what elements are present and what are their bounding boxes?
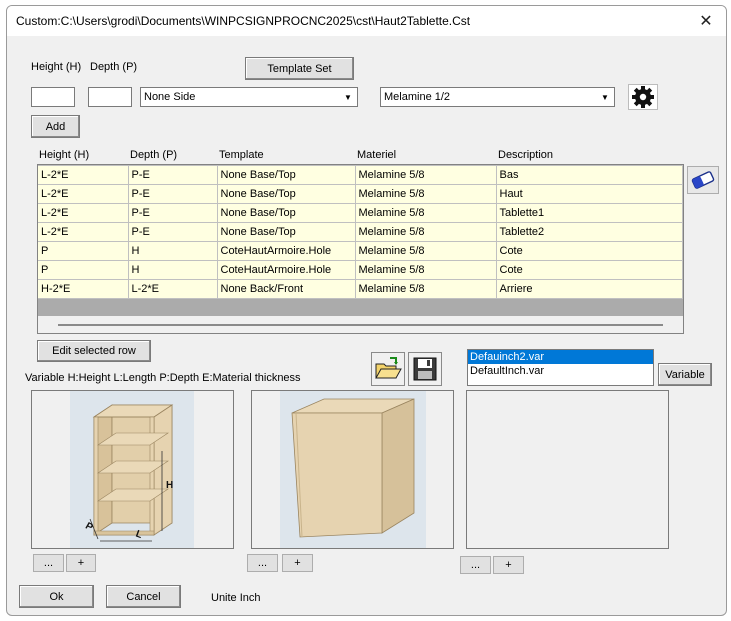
chevron-down-icon: ▼ xyxy=(601,92,609,102)
depth-input[interactable] xyxy=(88,87,132,107)
cell-description[interactable]: Tablette1 xyxy=(496,203,683,223)
column-header-materiel: Materiel xyxy=(357,149,397,161)
table-row[interactable]: L-2*E P-E None Base/Top Melamine 5/8 Haut xyxy=(38,184,683,204)
column-header-description: Description xyxy=(498,149,554,161)
parts-grid[interactable]: L-2*E P-E None Base/Top Melamine 5/8 Bas L-2*… xyxy=(37,164,684,334)
cell-depth[interactable]: P-E xyxy=(128,184,218,204)
eraser-icon xyxy=(691,171,715,189)
cell-depth[interactable]: H xyxy=(128,260,218,280)
table-row[interactable]: L-2*E P-E None Base/Top Melamine 5/8 Tablett… xyxy=(38,222,683,242)
cell-description[interactable]: Cote xyxy=(496,241,683,261)
open-button[interactable] xyxy=(371,352,405,386)
cell-depth[interactable]: L-2*E xyxy=(128,279,218,299)
cabinet-diagram-panel: H P L xyxy=(31,390,234,549)
add-image-1-button[interactable]: + xyxy=(66,554,96,572)
cell-materiel[interactable]: Melamine 5/8 xyxy=(355,241,497,261)
browse-image-3-button[interactable]: ... xyxy=(460,556,491,574)
add-button[interactable]: Add xyxy=(31,115,80,138)
cell-template[interactable]: None Base/Top xyxy=(217,222,356,242)
cell-template[interactable]: CoteHautArmoire.Hole xyxy=(217,241,356,261)
cell-height[interactable]: L-2*E xyxy=(38,165,129,185)
table-row[interactable]: L-2*E P-E None Base/Top Melamine 5/8 Bas xyxy=(38,165,683,185)
gear-icon xyxy=(632,86,654,108)
cell-height[interactable]: H-2*E xyxy=(38,279,129,299)
cell-description[interactable]: Arriere xyxy=(496,279,683,299)
floppy-disk-icon xyxy=(413,357,437,381)
browse-image-2-button[interactable]: ... xyxy=(247,554,278,572)
close-button[interactable]: ✕ xyxy=(686,6,726,36)
cell-template[interactable]: None Back/Front xyxy=(217,279,356,299)
open-cabinet-image: H P L xyxy=(70,391,194,548)
table-row[interactable]: L-2*E P-E None Base/Top Melamine 5/8 Tablett… xyxy=(38,203,683,223)
settings-button[interactable] xyxy=(628,84,658,110)
variable-hint: Variable H:Height L:Length P:Depth E:Mat… xyxy=(25,372,301,384)
add-image-2-button[interactable]: + xyxy=(282,554,313,572)
delete-row-button[interactable] xyxy=(687,166,719,194)
parts-table: L-2*E P-E None Base/Top Melamine 5/8 Bas L-2*… xyxy=(38,165,683,299)
cell-materiel[interactable]: Melamine 5/8 xyxy=(355,203,497,223)
save-button[interactable] xyxy=(408,352,442,386)
template-set-button[interactable]: Template Set xyxy=(245,57,354,80)
closed-cabinet-panel xyxy=(251,390,454,549)
cell-description[interactable]: Haut xyxy=(496,184,683,204)
cell-materiel[interactable]: Melamine 5/8 xyxy=(355,165,497,185)
title-bar: Custom:C:\Users\grodi\Documents\WINPCSIG… xyxy=(7,6,726,36)
cell-materiel[interactable]: Melamine 5/8 xyxy=(355,260,497,280)
height-label: Height (H) xyxy=(31,61,82,73)
close-icon: ✕ xyxy=(699,13,713,30)
browse-image-1-button[interactable]: ... xyxy=(33,554,64,572)
cell-height[interactable]: L-2*E xyxy=(38,222,129,242)
table-row[interactable]: P H CoteHautArmoire.Hole Melamine 5/8 Cote xyxy=(38,260,683,280)
column-header-template: Template xyxy=(219,149,264,161)
scrollbar-track xyxy=(58,324,663,326)
column-header-height: Height (H) xyxy=(39,149,90,161)
variable-button[interactable]: Variable xyxy=(658,363,712,386)
cell-description[interactable]: Cote xyxy=(496,260,683,280)
cell-template[interactable]: None Base/Top xyxy=(217,165,356,185)
column-header-depth: Depth (P) xyxy=(130,149,178,161)
cell-materiel[interactable]: Melamine 5/8 xyxy=(355,184,497,204)
horizontal-scrollbar[interactable] xyxy=(38,316,683,333)
material-value: Melamine 1/2 xyxy=(384,91,451,103)
dialog-window: Custom:C:\Users\grodi\Documents\WINPCSIG… xyxy=(6,5,727,616)
height-input[interactable] xyxy=(31,87,75,107)
side-template-select[interactable]: None Side ▼ xyxy=(140,87,358,107)
open-folder-icon xyxy=(375,357,402,379)
height-dimension-label: H xyxy=(166,480,173,491)
material-select[interactable]: Melamine 1/2 ▼ xyxy=(380,87,615,107)
side-template-value: None Side xyxy=(144,91,196,103)
cell-depth[interactable]: P-E xyxy=(128,165,218,185)
depth-label: Depth (P) xyxy=(90,61,138,73)
cell-height[interactable]: P xyxy=(38,241,129,261)
cell-template[interactable]: None Base/Top xyxy=(217,184,356,204)
table-row[interactable]: P H CoteHautArmoire.Hole Melamine 5/8 Cote xyxy=(38,241,683,261)
list-item[interactable]: DefaultInch.var xyxy=(468,364,653,378)
cell-materiel[interactable]: Melamine 5/8 xyxy=(355,222,497,242)
cell-depth[interactable]: P-E xyxy=(128,222,218,242)
cell-description[interactable]: Bas xyxy=(496,165,683,185)
list-item[interactable]: Defauinch2.var xyxy=(468,350,653,364)
ok-button[interactable]: Ok xyxy=(19,585,94,608)
table-row[interactable]: H-2*E L-2*E None Back/Front Melamine 5/8 Arr… xyxy=(38,279,683,299)
cell-materiel[interactable]: Melamine 5/8 xyxy=(355,279,497,299)
closed-cabinet-image xyxy=(280,391,426,548)
units-text: Unite Inch xyxy=(211,592,261,604)
chevron-down-icon: ▼ xyxy=(344,92,352,102)
third-image-panel xyxy=(466,390,669,549)
cell-height[interactable]: L-2*E xyxy=(38,184,129,204)
cell-description[interactable]: Tablette2 xyxy=(496,222,683,242)
cell-depth[interactable]: P-E xyxy=(128,203,218,223)
cell-depth[interactable]: H xyxy=(128,241,218,261)
cell-height[interactable]: L-2*E xyxy=(38,203,129,223)
add-image-3-button[interactable]: + xyxy=(493,556,524,574)
variable-file-list[interactable]: Defauinch2.var DefaultInch.var xyxy=(467,349,654,386)
cancel-button[interactable]: Cancel xyxy=(106,585,181,608)
cell-template[interactable]: None Base/Top xyxy=(217,203,356,223)
cell-template[interactable]: CoteHautArmoire.Hole xyxy=(217,260,356,280)
grid-header: Height (H) Depth (P) Template Materiel D… xyxy=(37,146,684,164)
cell-height[interactable]: P xyxy=(38,260,129,280)
edit-selected-row-button[interactable]: Edit selected row xyxy=(37,340,151,362)
window-title: Custom:C:\Users\grodi\Documents\WINPCSIG… xyxy=(16,14,471,28)
